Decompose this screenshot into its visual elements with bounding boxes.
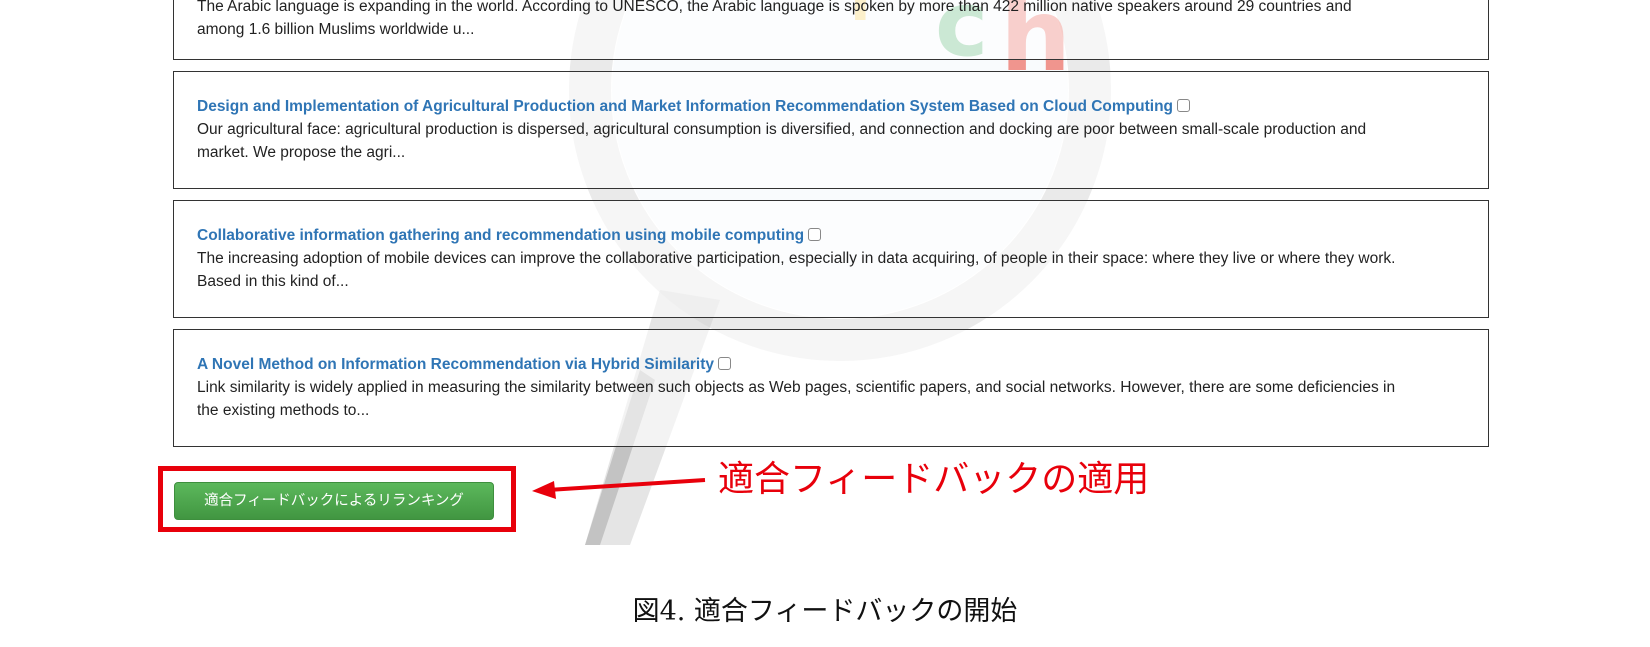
result-item: Design and Implementation of Agricultura…: [173, 71, 1489, 189]
result-snippet-line: The increasing adoption of mobile device…: [197, 250, 1396, 267]
result-title-link[interactable]: Collaborative information gathering and …: [197, 227, 804, 244]
result-item: A Novel Method on Information Recommenda…: [173, 329, 1489, 447]
result-title-link[interactable]: Design and Implementation of Agricultura…: [197, 98, 1173, 115]
result-snippet-line: The Arabic language is expanding in the …: [197, 0, 1352, 15]
result-snippet-line: among 1.6 billion Muslims worldwide u...: [197, 21, 475, 38]
result-snippet-line: Based in this kind of...: [197, 273, 349, 290]
rerank-by-feedback-button[interactable]: 適合フィードバックによるリランキング: [174, 482, 494, 520]
result-title-link[interactable]: A Novel Method on Information Recommenda…: [197, 356, 714, 373]
result-item: The Arabic language is expanding in the …: [173, 0, 1489, 60]
annotation-arrow: [532, 478, 706, 499]
result-item: Collaborative information gathering and …: [173, 200, 1489, 318]
relevance-checkbox[interactable]: [808, 228, 822, 241]
relevance-checkbox[interactable]: [1177, 99, 1191, 112]
relevance-checkbox[interactable]: [718, 357, 732, 370]
result-snippet-line: Link similarity is widely applied in mea…: [197, 379, 1396, 396]
annotation-label: 適合フィードバックの適用: [718, 459, 1150, 500]
figure-caption: 図4. 適合フィードバックの開始: [632, 596, 1018, 627]
result-snippet-line: market. We propose the agri...: [197, 144, 406, 161]
result-snippet-line: the existing methods to...: [197, 402, 370, 419]
result-snippet-line: Our agricultural face: agricultural prod…: [197, 121, 1367, 138]
